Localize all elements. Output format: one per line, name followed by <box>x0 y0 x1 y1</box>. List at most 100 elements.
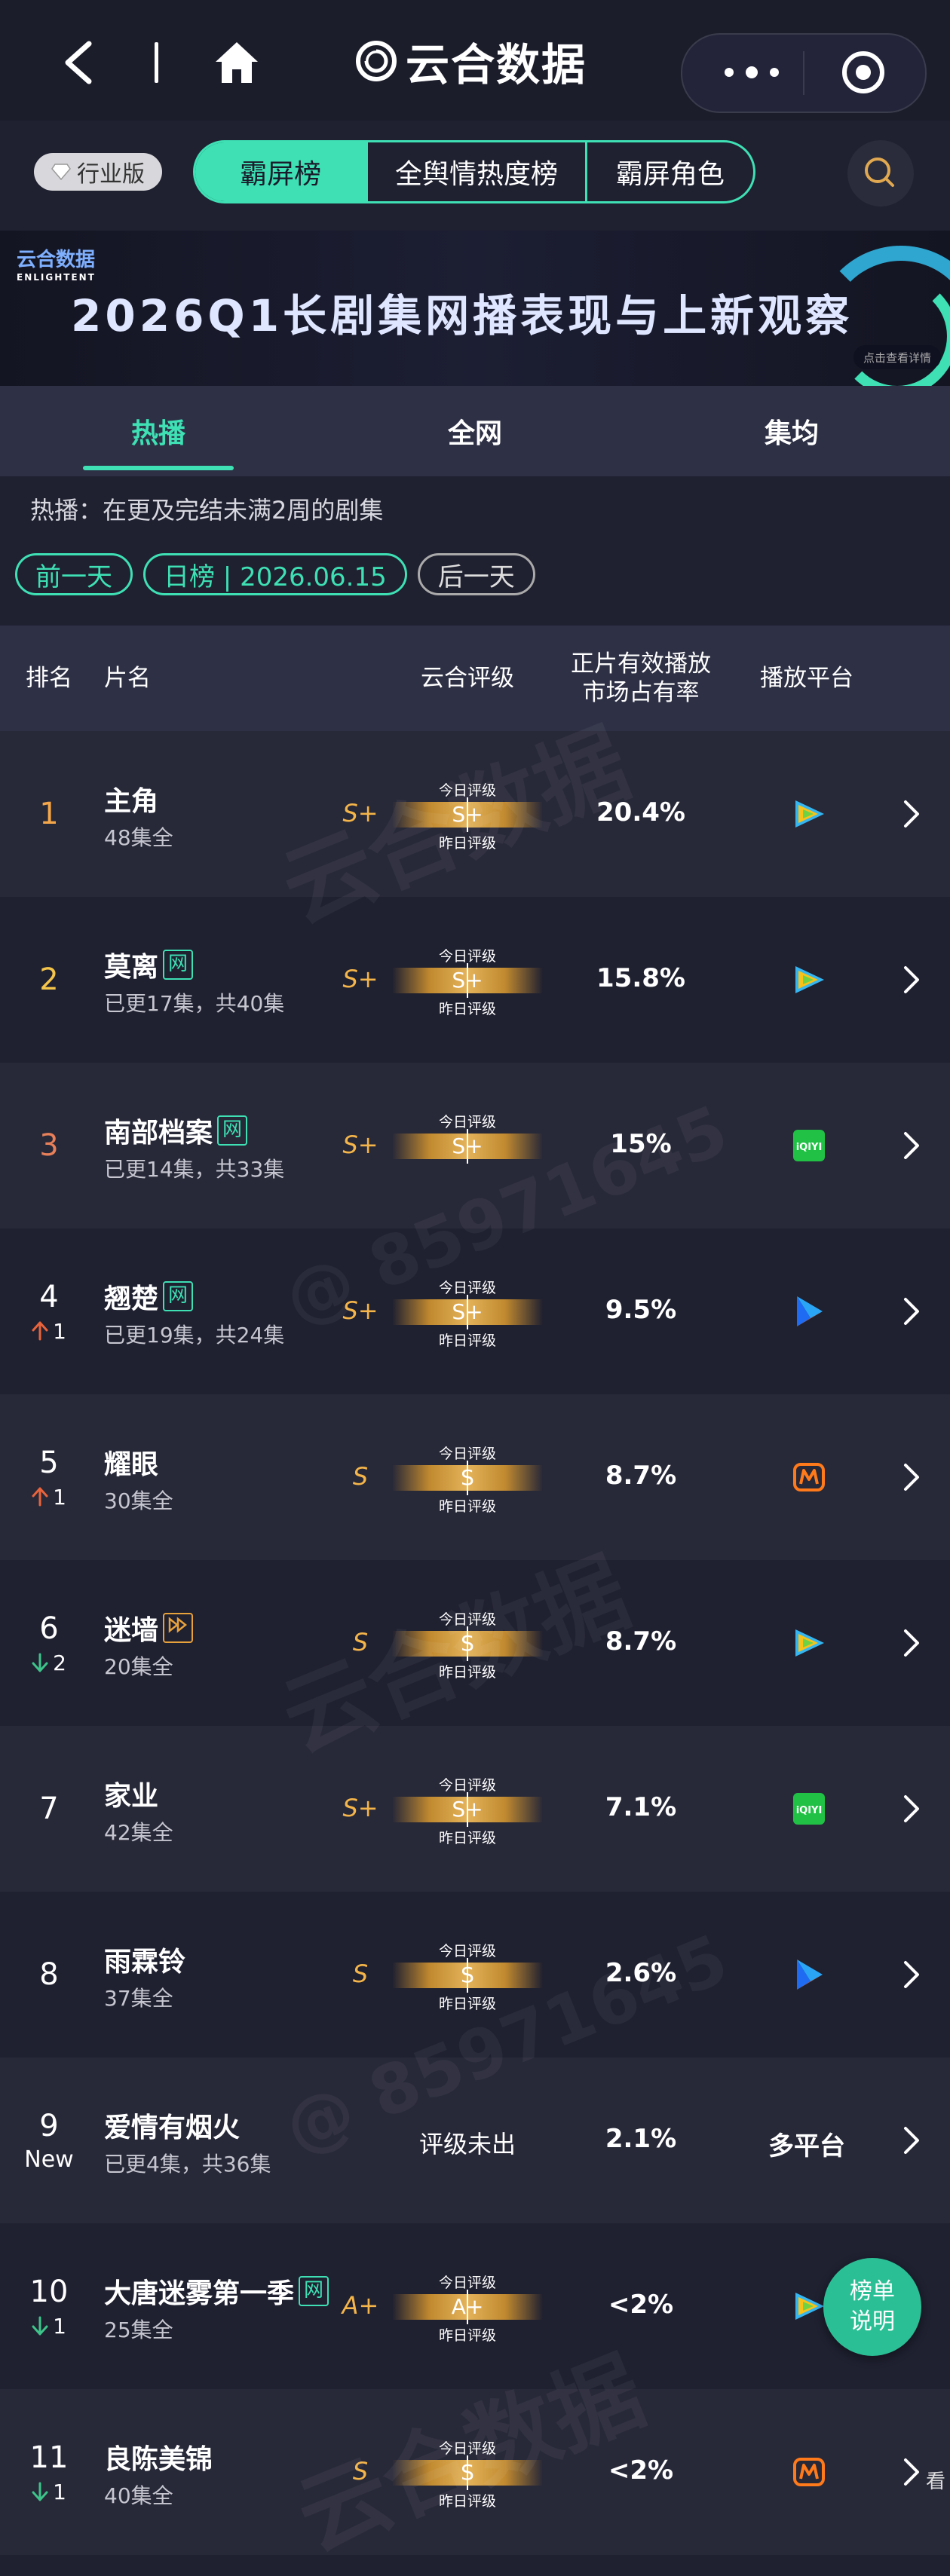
more-icon[interactable] <box>722 63 782 81</box>
yesterday-rating-label: 昨日评级 <box>438 1664 496 1681</box>
chevron-right-icon[interactable] <box>902 1625 921 1661</box>
market-share: <2% <box>608 2290 674 2320</box>
close-miniapp-icon[interactable] <box>841 50 886 95</box>
episode-info: 37集全 <box>104 1986 173 2011</box>
rating-gauge: 今日评级 S+ 昨日评级 <box>392 779 543 852</box>
table-row[interactable]: 3 南部档案网 已更14集，共33集 S+ 今日评级 S+ 15% iQIYI <box>0 1063 950 1228</box>
segment-characters[interactable]: 霸屏角色 <box>587 142 753 201</box>
new-entry-badge: New <box>24 2146 74 2173</box>
yesterday-rating-label: 昨日评级 <box>438 1498 496 1515</box>
list-description: 热播：在更及完结未满2周的剧集 <box>30 496 384 525</box>
segment-screen-dominance[interactable]: 霸屏榜 <box>195 142 369 201</box>
chevron-right-icon[interactable] <box>902 1127 921 1164</box>
chevron-right-icon[interactable] <box>902 2122 921 2158</box>
banner-cta-button[interactable]: 点击查看详情 <box>853 345 941 369</box>
today-rating: A+ <box>451 2294 484 2319</box>
yesterday-rating-label: 昨日评级 <box>438 1001 496 1017</box>
promo-banner[interactable]: 云合数据 ENLIGHTENT 2026Q1长剧集网播表现与上新观察 点击查看详… <box>0 231 950 386</box>
chevron-right-icon[interactable] <box>902 1791 921 1827</box>
date-navigation: 前一天 日榜 | 2026.06.15 后一天 <box>15 553 535 595</box>
banner-logo: 云合数据 ENLIGHTENT <box>17 249 96 283</box>
chevron-right-icon[interactable] <box>902 1293 921 1329</box>
industry-edition-badge[interactable]: 行业版 <box>34 153 162 191</box>
svg-text:iQIYI: iQIYI <box>796 1142 823 1153</box>
market-share: 8.7% <box>605 1626 677 1657</box>
iqiyi-icon: iQIYI <box>783 1788 835 1830</box>
home-icon[interactable] <box>213 39 261 84</box>
rating-gauge: 今日评级 S+ 昨日评级 <box>392 1277 543 1349</box>
today-rating: S+ <box>452 1134 483 1158</box>
arrow-up-icon <box>32 1487 48 1507</box>
table-row[interactable]: 8 雨霖铃 37集全 S 今日评级 S 昨日评级 2.6% <box>0 1892 950 2057</box>
header-title: 片名 <box>104 665 151 692</box>
chevron-right-icon[interactable] <box>902 2454 921 2490</box>
chevron-right-icon[interactable] <box>902 1459 921 1495</box>
banner-title: 2026Q1长剧集网播表现与上新观察 <box>71 290 853 341</box>
episode-info: 已更4集，共36集 <box>104 2152 271 2177</box>
yesterday-rating-label: 昨日评级 <box>438 2327 496 2344</box>
date-selector[interactable]: 日榜 | 2026.06.15 <box>143 553 407 595</box>
table-row[interactable]: 5 1 耀眼 30集全 S 今日评级 S 昨日评级 8.7% <box>0 1394 950 1560</box>
previous-rating: S+ <box>342 1296 378 1325</box>
rating-not-available: 评级未出 <box>418 2130 516 2158</box>
today-rating-label: 今日评级 <box>438 1943 496 1960</box>
back-arrow-icon[interactable] <box>59 39 97 86</box>
table-row[interactable]: 2 莫离网 已更17集，共40集 S+ 今日评级 S+ 昨日评级 15.8% <box>0 897 950 1063</box>
episode-info: 40集全 <box>104 2483 173 2508</box>
tencent-video-icon <box>783 959 835 1001</box>
yesterday-rating-label: 昨日评级 <box>438 2493 496 2510</box>
rating-gauge: 今日评级 S 昨日评级 <box>392 2437 543 2510</box>
mango-tv-icon <box>783 2451 835 2493</box>
rating-gauge: 今日评级 S+ <box>392 1111 543 1180</box>
chevron-right-icon[interactable] <box>902 962 921 998</box>
drama-title: 爱情有烟火 <box>104 2113 241 2143</box>
arrow-down-icon <box>32 2316 48 2336</box>
trend-down-indicator: 2 <box>32 1651 66 1675</box>
episode-info: 已更17集，共40集 <box>104 991 285 1016</box>
today-rating: S+ <box>452 1299 483 1324</box>
yesterday-rating-label: 昨日评级 <box>438 1996 496 2012</box>
rank-cell: 1 <box>23 731 75 897</box>
ranking-info-button[interactable]: 榜单 说明 <box>823 2258 921 2356</box>
table-row[interactable]: 7 家业 42集全 S+ 今日评级 S+ 昨日评级 7.1% iQIYI <box>0 1726 950 1892</box>
web-drama-tag: 网 <box>163 1281 194 1311</box>
table-row[interactable]: 11 1 良陈美锦 40集全 S 今日评级 S 昨日评级 <2% <box>0 2389 950 2555</box>
tab-hot[interactable]: 热播 <box>45 386 271 476</box>
previous-day-button[interactable]: 前一天 <box>15 553 133 595</box>
episode-info: 42集全 <box>104 1820 173 1845</box>
table-row[interactable]: 9 New 爱情有烟火 已更4集，共36集 评级未出 2.1% 多平台 <box>0 2057 950 2223</box>
next-day-button[interactable]: 后一天 <box>417 553 535 595</box>
rank-number: 2 <box>39 962 59 997</box>
previous-rating: S <box>352 1628 369 1657</box>
trend-down-indicator: 1 <box>32 2314 66 2339</box>
search-button[interactable] <box>847 140 914 207</box>
table-row[interactable]: 10 1 大唐迷雾第一季网 25集全 A+ 今日评级 A+ 昨日评级 <2% <box>0 2223 950 2389</box>
today-rating: S <box>461 1631 474 1656</box>
capsule-divider <box>803 51 804 95</box>
arrow-up-icon <box>32 1321 48 1341</box>
episode-info: 20集全 <box>104 1654 173 1679</box>
previous-rating: S+ <box>342 965 378 993</box>
chevron-right-icon[interactable] <box>902 796 921 832</box>
rating-gauge: 今日评级 S 昨日评级 <box>392 1442 543 1515</box>
segment-public-opinion[interactable]: 全舆情热度榜 <box>368 142 587 201</box>
market-share: 2.1% <box>605 2124 677 2154</box>
rank-number: 1 <box>39 797 59 831</box>
web-drama-tag: 网 <box>163 950 194 980</box>
brand-title: 云合数据 <box>354 35 587 90</box>
header-rank: 排名 <box>26 665 72 692</box>
tab-per-episode[interactable]: 集均 <box>679 386 905 476</box>
chevron-right-icon[interactable] <box>902 1956 921 1993</box>
table-row[interactable]: 4 1 翘楚网 已更19集，共24集 S+ 今日评级 S+ 昨日评级 9.5% <box>0 1228 950 1394</box>
drama-title: 莫离网 <box>104 945 194 984</box>
today-rating-label: 今日评级 <box>438 2275 496 2291</box>
previous-rating: S+ <box>342 1130 378 1159</box>
table-row[interactable]: 1 主角 48集全 S+ 今日评级 S+ 昨日评级 20.4% <box>0 731 950 897</box>
rank-cell: 2 <box>23 897 75 1063</box>
ranking-segment-control: 霸屏榜 全舆情热度榜 霸屏角色 <box>193 140 755 203</box>
trend-down-indicator: 1 <box>32 2480 66 2504</box>
rank-cell: 10 1 <box>23 2223 75 2389</box>
tab-all-network[interactable]: 全网 <box>362 386 588 476</box>
drama-title: 耀眼 <box>104 1449 159 1480</box>
table-row[interactable]: 6 2 迷墙 20集全 S 今日评级 S 昨日评级 8.7% <box>0 1560 950 1726</box>
